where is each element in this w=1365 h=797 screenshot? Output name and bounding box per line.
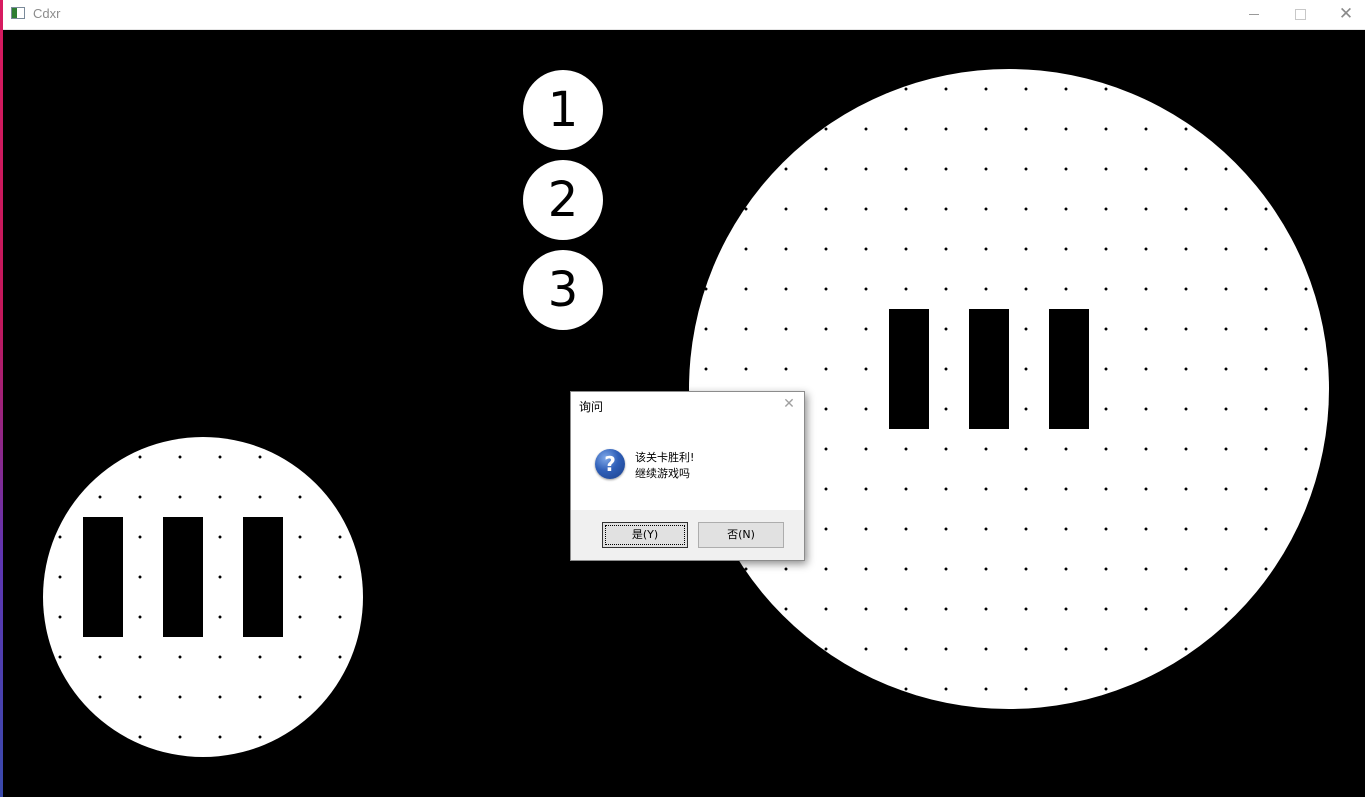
- app-icon: [11, 7, 25, 19]
- window-accent-border: [0, 0, 3, 797]
- confirm-dialog: 询问 ✕ ? 该关卡胜利! 继续游戏吗 是(Y) 否(N): [570, 391, 805, 561]
- dialog-close-icon[interactable]: ✕: [780, 395, 798, 413]
- no-button[interactable]: 否(N): [698, 522, 784, 548]
- bar-block: [163, 517, 203, 637]
- dialog-message: 该关卡胜利! 继续游戏吗: [635, 450, 694, 482]
- target-board-large: [689, 69, 1329, 709]
- level-2-button[interactable]: 2: [523, 160, 603, 240]
- maximize-icon: [1294, 8, 1306, 20]
- bar-block: [1049, 309, 1089, 429]
- dialog-title: 询问: [579, 400, 604, 414]
- minimize-icon: [1249, 13, 1259, 15]
- level-1-button[interactable]: 1: [523, 70, 603, 150]
- bar-block: [83, 517, 123, 637]
- dialog-message-line1: 该关卡胜利!: [635, 451, 695, 464]
- yes-button[interactable]: 是(Y): [602, 522, 688, 548]
- game-window: Cdxr ✕ 1 2 3 询问 ✕ ? 该关卡胜利! 继续游戏吗 是(Y) 否(…: [0, 0, 1365, 797]
- window-title: Cdxr: [33, 6, 61, 21]
- bar-block: [889, 309, 929, 429]
- question-icon: ?: [595, 449, 625, 479]
- maximize-button[interactable]: [1277, 0, 1323, 29]
- close-button[interactable]: ✕: [1323, 0, 1365, 29]
- level-3-button[interactable]: 3: [523, 250, 603, 330]
- player-board-small[interactable]: [43, 437, 363, 757]
- dialog-footer: 是(Y) 否(N): [571, 510, 804, 560]
- title-bar[interactable]: Cdxr ✕: [0, 0, 1365, 30]
- dialog-message-line2: 继续游戏吗: [635, 467, 690, 480]
- bar-block: [243, 517, 283, 637]
- bar-block: [969, 309, 1009, 429]
- minimize-button[interactable]: [1231, 0, 1277, 29]
- close-icon: ✕: [1338, 4, 1354, 24]
